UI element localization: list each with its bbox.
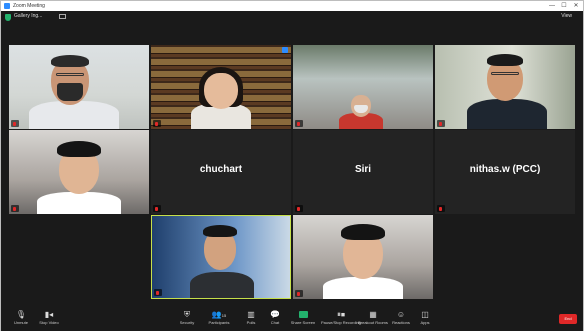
participant-tile[interactable]: nithas.w (PCC) [435,130,575,214]
pin-icon[interactable] [282,47,288,53]
participant-name-large: nithas.w (PCC) [469,164,541,175]
participant-name-large: Siri [354,164,372,175]
title-bar: Zoom Meeting — ☐ ✕ [1,1,583,11]
participant-tile[interactable] [9,130,149,214]
gallery-view: chuchart Siri nithas.w (PCC) [9,45,575,299]
muted-mic-icon [297,121,300,126]
participants-button[interactable]: 👥15 Participants [201,309,237,329]
security-button[interactable]: ⛨ Security [169,309,205,329]
share-screen-icon [298,311,308,318]
name-chip [295,290,303,297]
muted-mic-icon [155,206,158,211]
apps-icon: ◫ [421,310,429,319]
participant-tile[interactable] [435,45,575,129]
shield-icon[interactable] [5,14,11,21]
meeting-info-label[interactable]: Gallery Ing... [14,13,42,19]
shield-icon: ⛨ [184,310,190,319]
muted-mic-icon [297,206,300,211]
share-screen-button[interactable]: Share Screen [285,309,321,329]
close-button[interactable]: ✕ [571,2,581,10]
name-chip [295,205,303,212]
name-chip [11,205,19,212]
name-chip [437,205,445,212]
maximize-button[interactable]: ☐ [559,2,569,10]
participants-icon: 👥15 [211,310,227,319]
apps-button[interactable]: ◫ Apps [407,309,443,329]
muted-mic-icon [156,290,159,295]
active-speaker-tile[interactable] [151,215,291,299]
name-chip [153,120,161,127]
stop-video-button[interactable]: ▮◂ Stop Video [31,309,67,329]
name-chip [153,205,161,212]
muted-mic-icon [439,121,442,126]
view-button[interactable]: View [558,12,575,21]
participant-tile[interactable] [293,215,433,299]
participant-tile[interactable] [9,45,149,129]
zoom-window: Zoom Meeting — ☐ ✕ Gallery Ing... View c… [0,0,584,331]
name-chip [437,120,445,127]
minimize-button[interactable]: — [547,2,557,10]
grid-icon[interactable] [59,14,66,19]
participant-tile[interactable]: Siri [293,130,433,214]
participant-tile[interactable]: chuchart [151,130,291,214]
muted-mic-icon [13,206,16,211]
window-title: Zoom Meeting [13,3,45,9]
muted-mic-icon [297,291,300,296]
muted-mic-icon [439,206,442,211]
participant-tile[interactable] [293,45,433,129]
participant-name-large: chuchart [199,164,243,175]
muted-mic-icon [155,121,158,126]
zoom-app-icon [4,3,10,9]
camera-icon: ▮◂ [44,310,54,319]
meeting-toolbar: 🎙 Unmute ▮◂ Stop Video ⛨ Security 👥15 Pa… [1,307,583,331]
name-chip [154,289,162,296]
muted-mic-icon [13,121,16,126]
name-chip [295,120,303,127]
participant-tile[interactable] [151,45,291,129]
meeting-top-bar: Gallery Ing... View [1,11,583,23]
name-chip [11,120,19,127]
end-meeting-button[interactable]: End [559,314,577,324]
